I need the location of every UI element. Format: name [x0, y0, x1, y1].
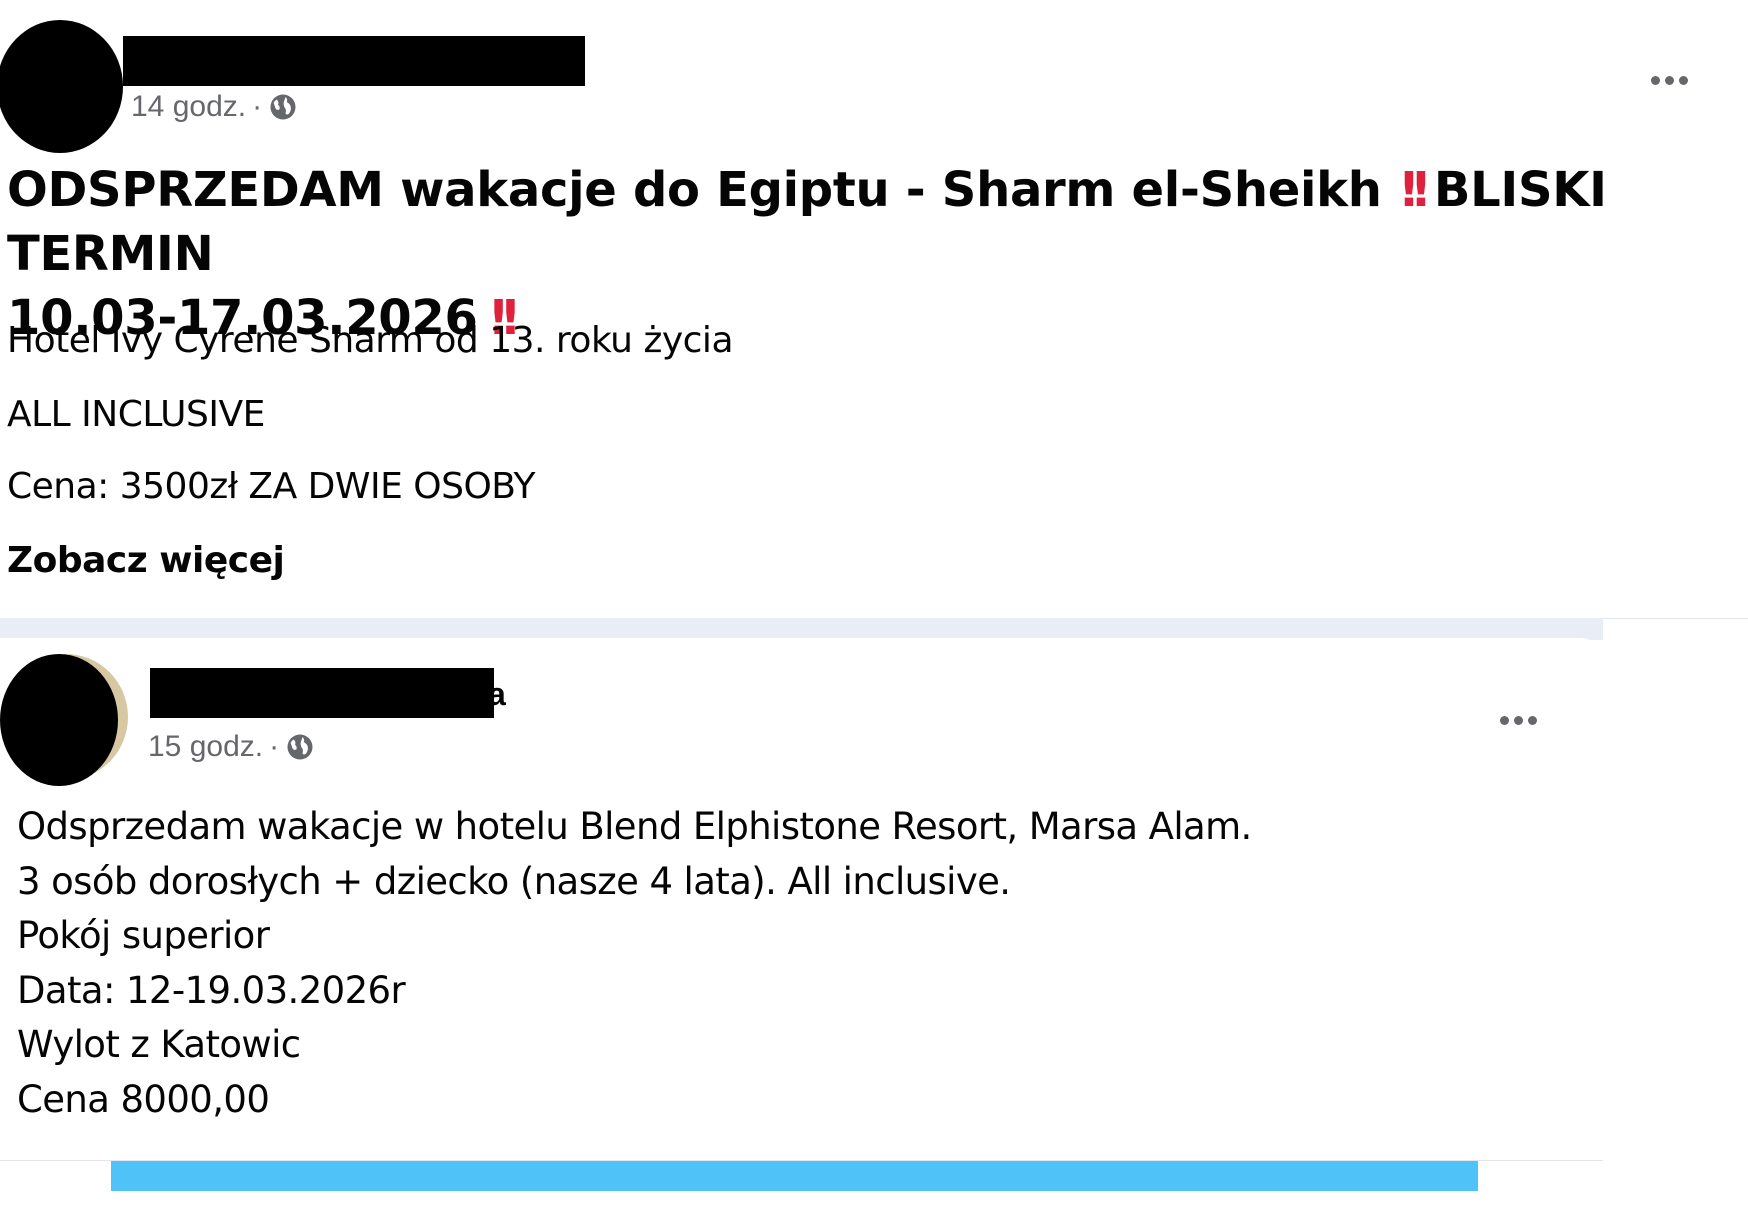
globe-icon[interactable] — [285, 732, 315, 762]
meta-separator: · — [269, 730, 280, 763]
post-text-price: Cena: 3500zł ZA DWIE OSOBY — [7, 466, 536, 507]
body-line: Wylot z Katowic — [17, 1023, 301, 1066]
globe-icon[interactable] — [268, 92, 298, 122]
avatar-redacted[interactable] — [0, 654, 118, 786]
body-line: Pokój superior — [17, 914, 270, 957]
more-options-icon[interactable] — [1651, 76, 1688, 85]
post-meta: 15 godz. · — [148, 730, 315, 764]
more-options-icon[interactable] — [1500, 716, 1537, 725]
double-exclamation-emoji: !! — [1398, 162, 1432, 218]
meta-separator: · — [252, 90, 263, 123]
post-1: 14 godz. · ODSPRZEDAM wakacje do Egiptu … — [0, 0, 1748, 620]
feed: 14 godz. · ODSPRZEDAM wakacje do Egiptu … — [0, 0, 1748, 1226]
post-text-board: ALL INCLUSIVE — [7, 394, 265, 435]
post-time[interactable]: 14 godz. — [131, 90, 246, 124]
post-meta: 14 godz. · — [131, 90, 298, 124]
author-name-redacted[interactable] — [150, 668, 494, 718]
avatar-redacted[interactable] — [0, 20, 123, 153]
see-more-link[interactable]: Zobacz więcej — [7, 540, 285, 581]
post-body: Odsprzedam wakacje w hotelu Blend Elphis… — [17, 800, 1252, 1127]
divider-line — [1603, 618, 1748, 619]
body-line: Cena 8000,00 — [17, 1077, 270, 1121]
body-line: Data: 12-19.03.2026r — [17, 968, 406, 1012]
title-line-1: ODSPRZEDAM wakacje do Egiptu - Sharm el-… — [7, 158, 1737, 286]
body-line: Odsprzedam wakacje w hotelu Blend Elphis… — [17, 805, 1252, 848]
author-name-redacted[interactable] — [123, 36, 585, 86]
post-divider — [0, 618, 1603, 640]
post-text-hotel: Hotel Ivy Cyrene Sharm od 13. roku życia — [7, 320, 734, 361]
body-line: 3 osób dorosłych + dziecko (nasze 4 lata… — [17, 859, 1011, 903]
post-time[interactable]: 15 godz. — [148, 730, 263, 764]
post-2: a 15 godz. · Odsprzedam wakacje w hotelu… — [0, 638, 1603, 1160]
author-name-tail[interactable]: a — [488, 676, 506, 713]
media-preview-strip[interactable] — [111, 1161, 1478, 1191]
